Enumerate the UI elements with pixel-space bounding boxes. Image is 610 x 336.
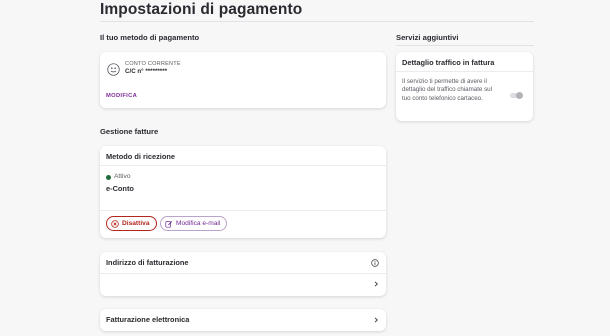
card-divider bbox=[100, 210, 386, 211]
invoices-section-label: Gestione fatture bbox=[100, 127, 159, 136]
payment-section-label: Il tuo metodo di pagamento bbox=[100, 33, 200, 42]
info-icon[interactable] bbox=[371, 259, 379, 267]
e-invoicing-card[interactable]: Fatturazione elettronica bbox=[100, 309, 386, 331]
traffic-detail-toggle[interactable] bbox=[510, 92, 523, 99]
services-divider bbox=[396, 45, 534, 46]
bank-account-icon bbox=[107, 63, 120, 76]
reception-method-card: Metodo di ricezione Attivo e-Conto Disat… bbox=[100, 146, 386, 238]
deactivate-label: Disattiva bbox=[122, 220, 150, 227]
edit-email-label: Modifica e-mail bbox=[176, 220, 221, 227]
traffic-detail-description: Il servizio ti permette di avere il dett… bbox=[402, 78, 492, 102]
e-invoicing-header: Fatturazione elettronica bbox=[106, 315, 190, 324]
card-divider bbox=[396, 71, 533, 72]
deactivate-button[interactable]: Disattiva bbox=[106, 216, 157, 231]
billing-address-card[interactable]: Indirizzo di fatturazione bbox=[100, 252, 386, 296]
status-text: Attivo bbox=[114, 173, 131, 180]
card-divider bbox=[100, 273, 386, 274]
chevron-right-icon bbox=[374, 317, 378, 323]
card-divider bbox=[100, 165, 386, 166]
billing-address-header: Indirizzo di fatturazione bbox=[106, 258, 189, 267]
edit-payment-link[interactable]: MODIFICA bbox=[106, 93, 137, 99]
page-title: Impostazioni di pagamento bbox=[100, 1, 303, 18]
close-circle-icon bbox=[111, 219, 119, 228]
chevron-right-icon bbox=[374, 281, 378, 287]
traffic-detail-card: Dettaglio traffico in fattura Il servizi… bbox=[396, 52, 533, 121]
reception-method-name: e-Conto bbox=[106, 184, 134, 193]
reception-method-header: Metodo di ricezione bbox=[106, 152, 175, 161]
services-section-label: Servizi aggiuntivi bbox=[396, 33, 459, 42]
traffic-detail-header: Dettaglio traffico in fattura bbox=[402, 58, 495, 67]
payment-type: CONTO CORRENTE bbox=[125, 61, 181, 67]
edit-email-button[interactable]: Modifica e-mail bbox=[160, 216, 228, 231]
status-dot bbox=[106, 175, 111, 180]
edit-icon bbox=[165, 220, 173, 228]
title-divider bbox=[100, 21, 534, 22]
payment-account-number: C/C n° ********* bbox=[125, 68, 168, 75]
payment-method-card: CONTO CORRENTE C/C n° ********* MODIFICA bbox=[100, 52, 386, 108]
toggle-knob bbox=[516, 92, 523, 99]
